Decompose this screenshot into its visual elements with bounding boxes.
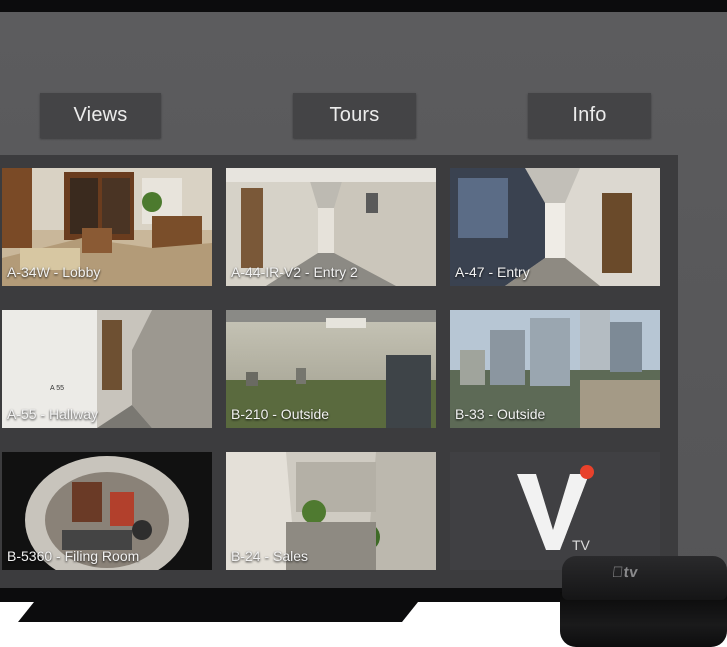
camera-label: A-47 - Entry	[455, 264, 530, 280]
tv-stand	[18, 602, 418, 622]
camera-tile-outside-b33[interactable]: B-33 - Outside	[450, 310, 660, 428]
camera-label: B-210 - Outside	[231, 406, 330, 422]
device-brand: tv	[611, 564, 639, 581]
device-top: tv	[562, 556, 727, 600]
vi-tv-logo-tile: TV	[450, 452, 660, 570]
camera-tile-outside-b210[interactable]: B-210 - Outside	[226, 310, 436, 428]
logo-suffix: TV	[572, 537, 591, 553]
camera-tile-filing-room[interactable]: B-5360 - Filing Room	[2, 452, 212, 570]
views-button[interactable]: Views	[40, 93, 161, 138]
tours-button[interactable]: Tours	[293, 93, 416, 138]
apple-tv-device: tv	[560, 556, 727, 647]
camera-tile-lobby[interactable]: A-34W - Lobby	[2, 168, 212, 286]
camera-tile-hallway[interactable]: A 55 A-55 - Hallway	[2, 310, 212, 428]
camera-label: B-5360 - Filing Room	[7, 548, 140, 564]
camera-grid: A-34W - Lobby A-44-IR-V2 - Entry 2 A-47 …	[0, 155, 678, 588]
camera-tile-entry-2[interactable]: A-44-IR-V2 - Entry 2	[226, 168, 436, 286]
info-button[interactable]: Info	[528, 93, 651, 138]
camera-label: B-24 - Sales	[231, 548, 309, 564]
logo-dot	[580, 465, 594, 479]
tv-screen: Views Tours Info A-34W - Lobby A-44-IR-V…	[0, 12, 727, 588]
tours-button-label: Tours	[329, 104, 380, 126]
apple-icon: tv	[611, 564, 639, 581]
tv-bezel: Views Tours Info A-34W - Lobby A-44-IR-V…	[0, 0, 727, 602]
camera-label: A-34W - Lobby	[7, 264, 101, 280]
camera-label: A-44-IR-V2 - Entry 2	[231, 264, 358, 280]
camera-label: A-55 - Hallway	[7, 406, 99, 422]
camera-label: B-33 - Outside	[455, 406, 546, 422]
info-button-label: Info	[572, 104, 607, 126]
device-side	[560, 592, 727, 647]
vi-tv-logo: TV	[517, 465, 594, 553]
camera-tile-entry[interactable]: A-47 - Entry	[450, 168, 660, 286]
camera-tile-sales[interactable]: B-24 - Sales	[226, 452, 436, 570]
views-button-label: Views	[73, 104, 128, 126]
camera-sign: A 55	[50, 385, 64, 392]
